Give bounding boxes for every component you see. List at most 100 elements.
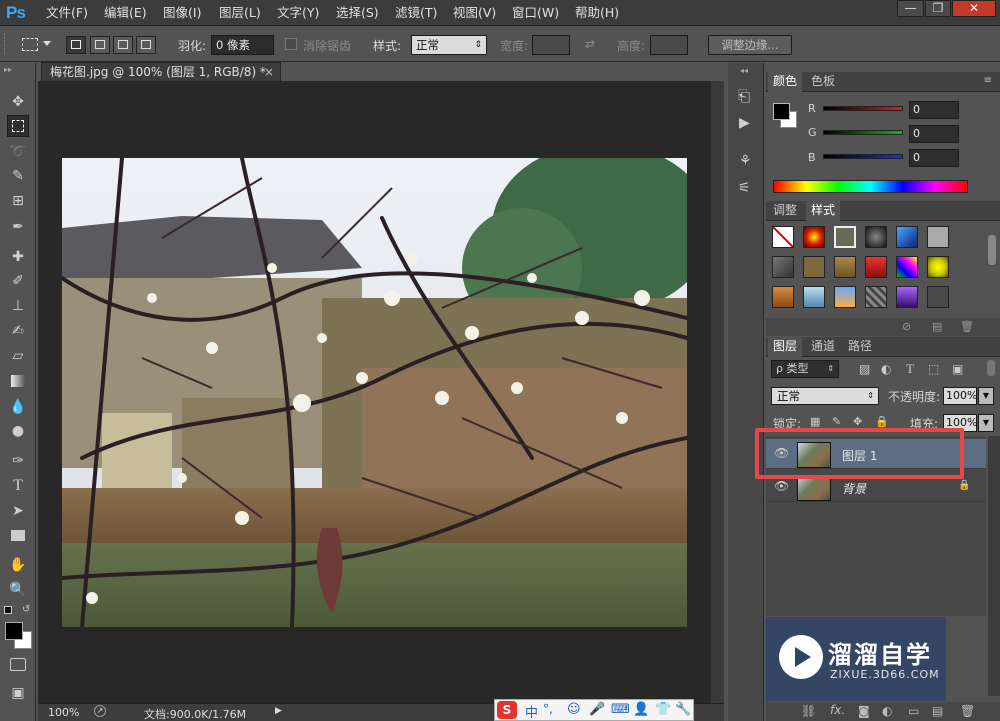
blue-slider[interactable] bbox=[823, 154, 903, 159]
style-none-swatch[interactable] bbox=[772, 226, 794, 248]
new-style-icon[interactable]: ▤ bbox=[932, 320, 942, 333]
add-selection-icon[interactable] bbox=[90, 36, 110, 54]
clone-source-icon[interactable]: ⚟ bbox=[738, 180, 751, 196]
history-brush-tool-icon[interactable]: ✍ bbox=[7, 320, 29, 342]
intersect-selection-icon[interactable] bbox=[136, 36, 156, 54]
eye-icon[interactable]: 👁 bbox=[774, 480, 789, 492]
foreground-color-swatch[interactable] bbox=[5, 622, 23, 640]
quick-select-tool-icon[interactable]: ✎ bbox=[7, 165, 29, 187]
eyedropper-tool-icon[interactable]: ✒ bbox=[7, 216, 29, 238]
settings-icon[interactable]: 🔧 bbox=[675, 702, 691, 717]
swap-colors-icon[interactable]: ↺ bbox=[22, 604, 30, 615]
menu-filter[interactable]: 滤镜(T) bbox=[395, 5, 437, 21]
gradient-tool-icon[interactable] bbox=[7, 370, 29, 392]
menu-image[interactable]: 图像(I) bbox=[163, 5, 201, 21]
style-swatch-5[interactable] bbox=[896, 226, 918, 248]
filter-pixel-icon[interactable]: ▨ bbox=[859, 362, 870, 376]
lock-transparent-icon[interactable]: ▦ bbox=[810, 415, 820, 428]
menu-select[interactable]: 选择(S) bbox=[336, 5, 379, 21]
menu-layer[interactable]: 图层(L) bbox=[219, 5, 261, 21]
menu-help[interactable]: 帮助(H) bbox=[575, 5, 619, 21]
style-swatch-12[interactable] bbox=[927, 256, 949, 278]
lasso-tool-icon[interactable]: ➰ bbox=[7, 141, 29, 163]
brush-panel-icon[interactable]: ⚘ bbox=[739, 153, 752, 169]
swap-icon[interactable]: ⇄ bbox=[585, 37, 595, 51]
ime-language[interactable]: 中 bbox=[525, 702, 538, 721]
layers-scrollbar[interactable] bbox=[988, 436, 1000, 696]
style-select[interactable]: 正常 ⇕ bbox=[411, 35, 487, 55]
refine-edge-button[interactable]: 调整边缘... bbox=[708, 35, 792, 55]
style-swatch-9[interactable] bbox=[834, 256, 856, 278]
lock-position-icon[interactable]: ✥ bbox=[853, 415, 862, 428]
style-swatch-8[interactable] bbox=[803, 256, 825, 278]
minimize-button[interactable]: — bbox=[897, 0, 924, 17]
panel-menu-icon[interactable]: ≡ bbox=[984, 75, 992, 86]
menu-view[interactable]: 视图(V) bbox=[453, 5, 496, 21]
clear-style-icon[interactable]: ⊘ bbox=[902, 320, 911, 333]
emoji-icon[interactable]: ☺ bbox=[567, 702, 581, 717]
feather-input[interactable]: 0 像素 bbox=[211, 35, 274, 55]
fill-dropdown-icon[interactable]: ▼ bbox=[978, 414, 994, 432]
zoom-tool-icon[interactable]: 🔍 bbox=[7, 579, 29, 601]
adjustment-layer-icon[interactable]: ◐ bbox=[882, 704, 892, 718]
stamp-tool-icon[interactable]: ⊥ bbox=[7, 295, 29, 317]
style-swatch-14[interactable] bbox=[803, 286, 825, 308]
antialias-checkbox[interactable] bbox=[285, 38, 297, 50]
blue-value[interactable]: 0 bbox=[909, 149, 959, 167]
dodge-tool-icon[interactable]: ● bbox=[7, 420, 29, 442]
style-swatch-16[interactable] bbox=[865, 286, 887, 308]
hand-tool-icon[interactable]: ✋ bbox=[7, 554, 29, 576]
style-swatch-13[interactable] bbox=[772, 286, 794, 308]
layer-name[interactable]: 背景 bbox=[842, 480, 866, 497]
tab-color[interactable]: 颜色 bbox=[768, 72, 803, 92]
fx-icon[interactable]: fx. bbox=[830, 703, 845, 717]
styles-scrollbar[interactable] bbox=[988, 235, 996, 265]
width-input[interactable] bbox=[532, 35, 570, 55]
type-tool-icon[interactable]: T bbox=[7, 475, 29, 497]
style-swatch-11[interactable] bbox=[896, 256, 918, 278]
tab-channels[interactable]: 通道 bbox=[806, 337, 840, 357]
color-spectrum-bar[interactable] bbox=[773, 180, 968, 193]
style-swatch-10[interactable] bbox=[865, 256, 887, 278]
filter-smart-icon[interactable]: ▣ bbox=[952, 362, 963, 376]
path-select-tool-icon[interactable]: ➤ bbox=[7, 500, 29, 522]
lock-pixels-icon[interactable]: ✎ bbox=[832, 415, 841, 428]
link-layers-icon[interactable]: ⛓ bbox=[801, 704, 816, 718]
skin-icon[interactable]: 👕 bbox=[655, 702, 671, 717]
layer-filter-select[interactable]: ρ 类型 ⇕ bbox=[771, 360, 839, 378]
filter-type-icon[interactable]: T bbox=[906, 361, 914, 377]
marquee-tool-icon[interactable] bbox=[7, 115, 29, 137]
new-selection-icon[interactable] bbox=[66, 36, 86, 54]
group-icon[interactable]: ▭ bbox=[908, 704, 919, 718]
style-swatch-7[interactable] bbox=[772, 256, 794, 278]
vertical-scrollbar[interactable] bbox=[711, 81, 724, 703]
tab-adjustments[interactable]: 调整 bbox=[768, 201, 802, 221]
menu-window[interactable]: 窗口(W) bbox=[512, 5, 559, 21]
move-tool-icon[interactable]: ✥ bbox=[7, 91, 29, 113]
new-layer-icon[interactable]: ▤ bbox=[932, 704, 943, 718]
expand-panels-icon[interactable]: ◂◂ bbox=[740, 66, 748, 75]
status-menu-arrow-icon[interactable]: ▶ bbox=[275, 706, 282, 716]
style-swatch-2[interactable] bbox=[803, 226, 825, 248]
chevron-down-icon[interactable] bbox=[43, 41, 51, 46]
restore-button[interactable]: ❐ bbox=[925, 0, 951, 17]
sogou-logo-icon[interactable]: S bbox=[497, 701, 517, 719]
close-button[interactable]: ✕ bbox=[952, 0, 996, 17]
style-swatch-15[interactable] bbox=[834, 286, 856, 308]
green-value[interactable]: 0 bbox=[909, 125, 959, 143]
style-swatch-6[interactable] bbox=[927, 226, 949, 248]
history-panel-icon[interactable]: ⎗ bbox=[738, 87, 750, 105]
height-input[interactable] bbox=[650, 35, 688, 55]
tab-paths[interactable]: 路径 bbox=[843, 337, 877, 357]
opacity-dropdown-icon[interactable]: ▼ bbox=[978, 387, 994, 405]
actions-panel-icon[interactable]: ▶ bbox=[739, 115, 750, 131]
tab-layers[interactable]: 图层 bbox=[768, 337, 803, 357]
collapse-icon[interactable]: ▸▸ bbox=[4, 65, 12, 74]
subtract-selection-icon[interactable] bbox=[113, 36, 133, 54]
add-mask-icon[interactable]: ◙ bbox=[858, 704, 870, 718]
brush-tool-icon[interactable]: ✐ bbox=[7, 270, 29, 292]
zoom-level[interactable]: 100% bbox=[48, 706, 79, 719]
style-swatch-17[interactable] bbox=[896, 286, 918, 308]
document-image[interactable] bbox=[62, 158, 687, 627]
eraser-tool-icon[interactable]: ▱ bbox=[7, 345, 29, 367]
